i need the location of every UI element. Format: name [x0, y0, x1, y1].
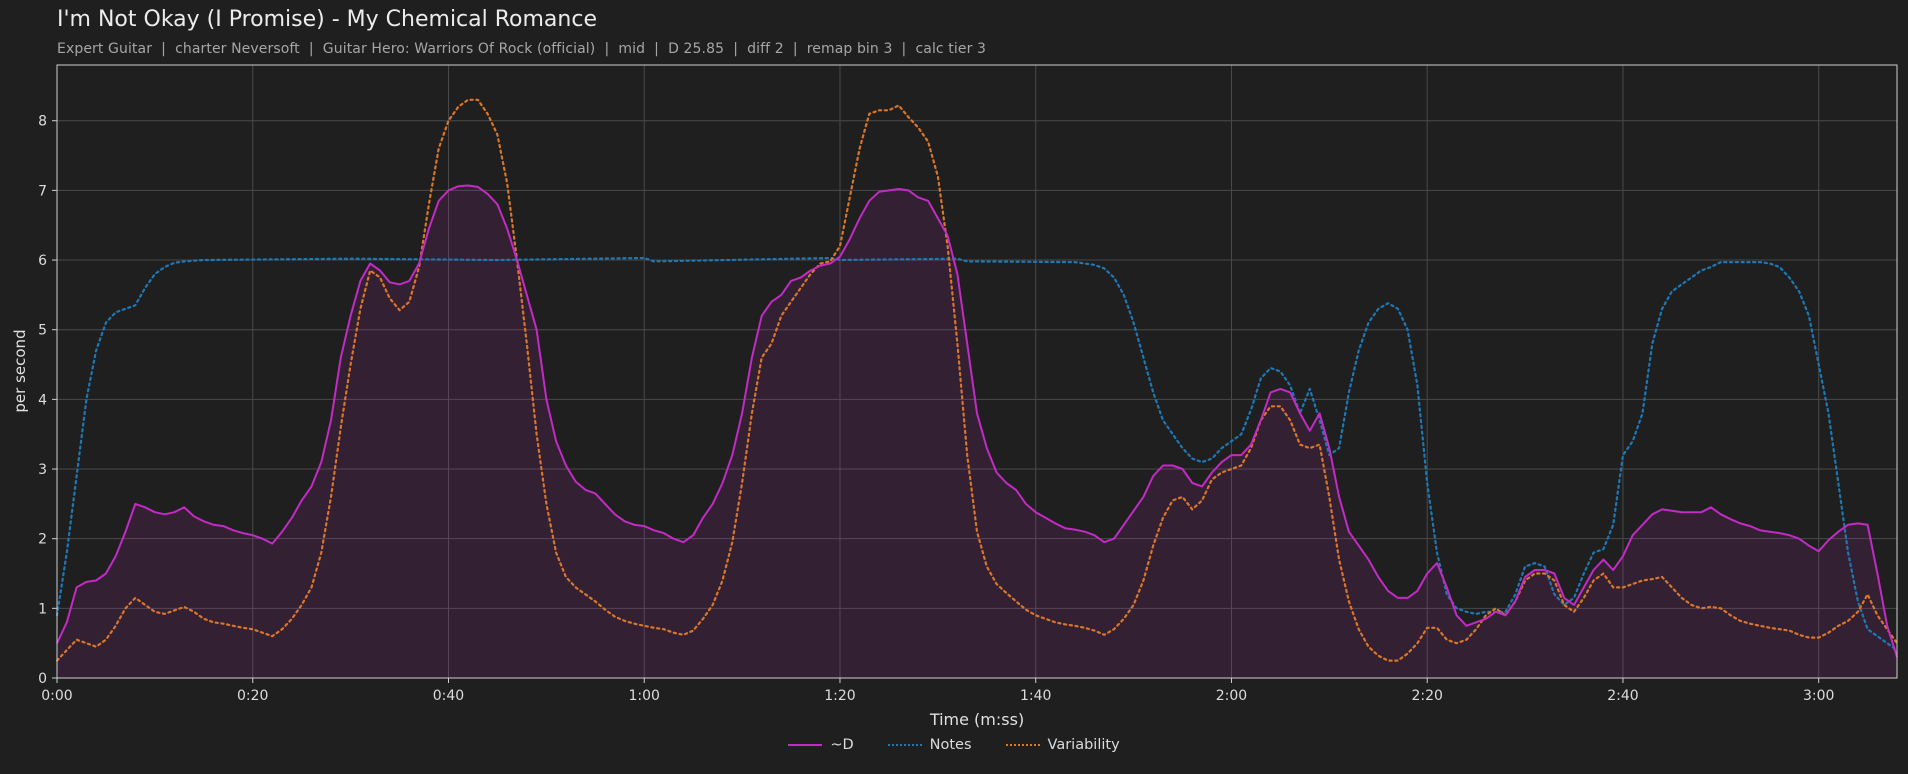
line-chart: 0:00 0:20 0:40 1:00 1:20 1:40 2:00 2:20 2:40 3:00…: [11, 64, 1899, 729]
x-tick-label: 1:40: [1020, 688, 1051, 704]
x-axis-label: Time (m:ss): [929, 710, 1024, 729]
x-tick-label: 0:00: [41, 688, 72, 704]
legend-label-notes: Notes: [929, 737, 972, 753]
legend-item-variability: Variability: [1005, 737, 1120, 753]
y-tick-label: 6: [38, 253, 47, 269]
y-tick-label: 1: [38, 601, 47, 617]
y-tick-label: 5: [38, 323, 47, 339]
x-tick-label: 0:40: [433, 688, 464, 704]
x-tick-label: 3:00: [1803, 688, 1834, 704]
y-tick-label: 7: [38, 183, 47, 199]
x-tick-label: 2:20: [1411, 688, 1442, 704]
x-tick-label: 1:00: [629, 688, 660, 704]
x-tick-label: 2:00: [1216, 688, 1247, 704]
legend-item-notes: Notes: [887, 737, 972, 753]
legend-swatch-d: [788, 744, 823, 746]
y-tick-label: 4: [38, 392, 47, 408]
legend-swatch-notes: [887, 744, 922, 746]
legend: ~D Notes Variability: [0, 737, 1908, 753]
y-axis-label: per second: [11, 329, 29, 412]
legend-swatch-variability: [1005, 744, 1040, 746]
x-tick-label: 1:20: [824, 688, 855, 704]
legend-label-d: ~D: [830, 737, 854, 753]
x-tick-label: 2:40: [1607, 688, 1638, 704]
y-axis: 0 1 2 3 4 5 6 7 8: [38, 114, 57, 687]
legend-label-variability: Variability: [1047, 737, 1120, 753]
legend-item-d: ~D: [788, 737, 854, 753]
y-tick-label: 8: [38, 114, 47, 130]
y-tick-label: 2: [38, 532, 47, 548]
y-tick-label: 0: [38, 671, 47, 687]
x-tick-label: 0:20: [237, 688, 268, 704]
y-tick-label: 3: [38, 462, 47, 478]
x-axis: 0:00 0:20 0:40 1:00 1:20 1:40 2:00 2:20 2:40 3:00: [41, 678, 1834, 704]
